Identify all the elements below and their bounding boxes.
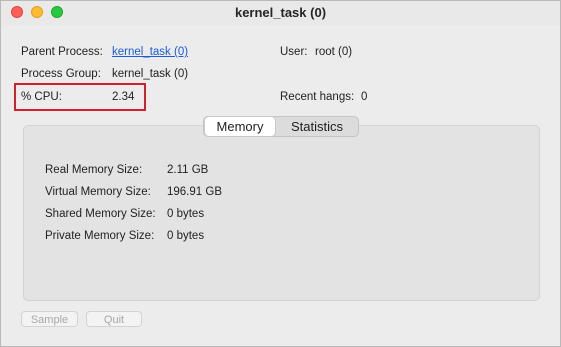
user-value: root (0)	[315, 46, 353, 58]
recent-hangs-value: 0	[361, 91, 368, 103]
virtual-memory-value: 196.91 GB	[167, 186, 222, 198]
real-memory-label: Real Memory Size:	[45, 164, 143, 176]
virtual-memory-label: Virtual Memory Size:	[45, 186, 151, 198]
real-memory-value: 2.11 GB	[167, 164, 209, 176]
process-group-label: Process Group:	[21, 68, 101, 80]
sample-button[interactable]: Sample	[21, 311, 78, 327]
user-label: User:	[280, 46, 308, 58]
cpu-label: % CPU:	[21, 91, 62, 103]
private-memory-label: Private Memory Size:	[45, 230, 155, 242]
tab-statistics[interactable]: Statistics	[276, 117, 358, 136]
process-info-window: kernel_task (0) Parent Process: kernel_t…	[0, 0, 561, 347]
cpu-value: 2.34	[112, 91, 135, 103]
private-memory-value: 0 bytes	[167, 230, 205, 242]
shared-memory-label: Shared Memory Size:	[45, 208, 156, 220]
window-title: kernel_task (0)	[234, 5, 327, 20]
parent-process-label: Parent Process:	[21, 46, 103, 58]
memory-panel: Real Memory Size: 2.11 GB Virtual Memory…	[23, 125, 540, 301]
tab-memory[interactable]: Memory	[205, 117, 275, 136]
title-bar: kernel_task (0)	[1, 1, 560, 25]
process-group-value: kernel_task (0)	[112, 68, 189, 80]
parent-process-link[interactable]: kernel_task (0)	[112, 46, 188, 58]
quit-button[interactable]: Quit	[86, 311, 142, 327]
segmented-tab-control: Memory Statistics	[203, 116, 359, 137]
recent-hangs-label: Recent hangs:	[280, 91, 355, 103]
shared-memory-value: 0 bytes	[167, 208, 205, 220]
